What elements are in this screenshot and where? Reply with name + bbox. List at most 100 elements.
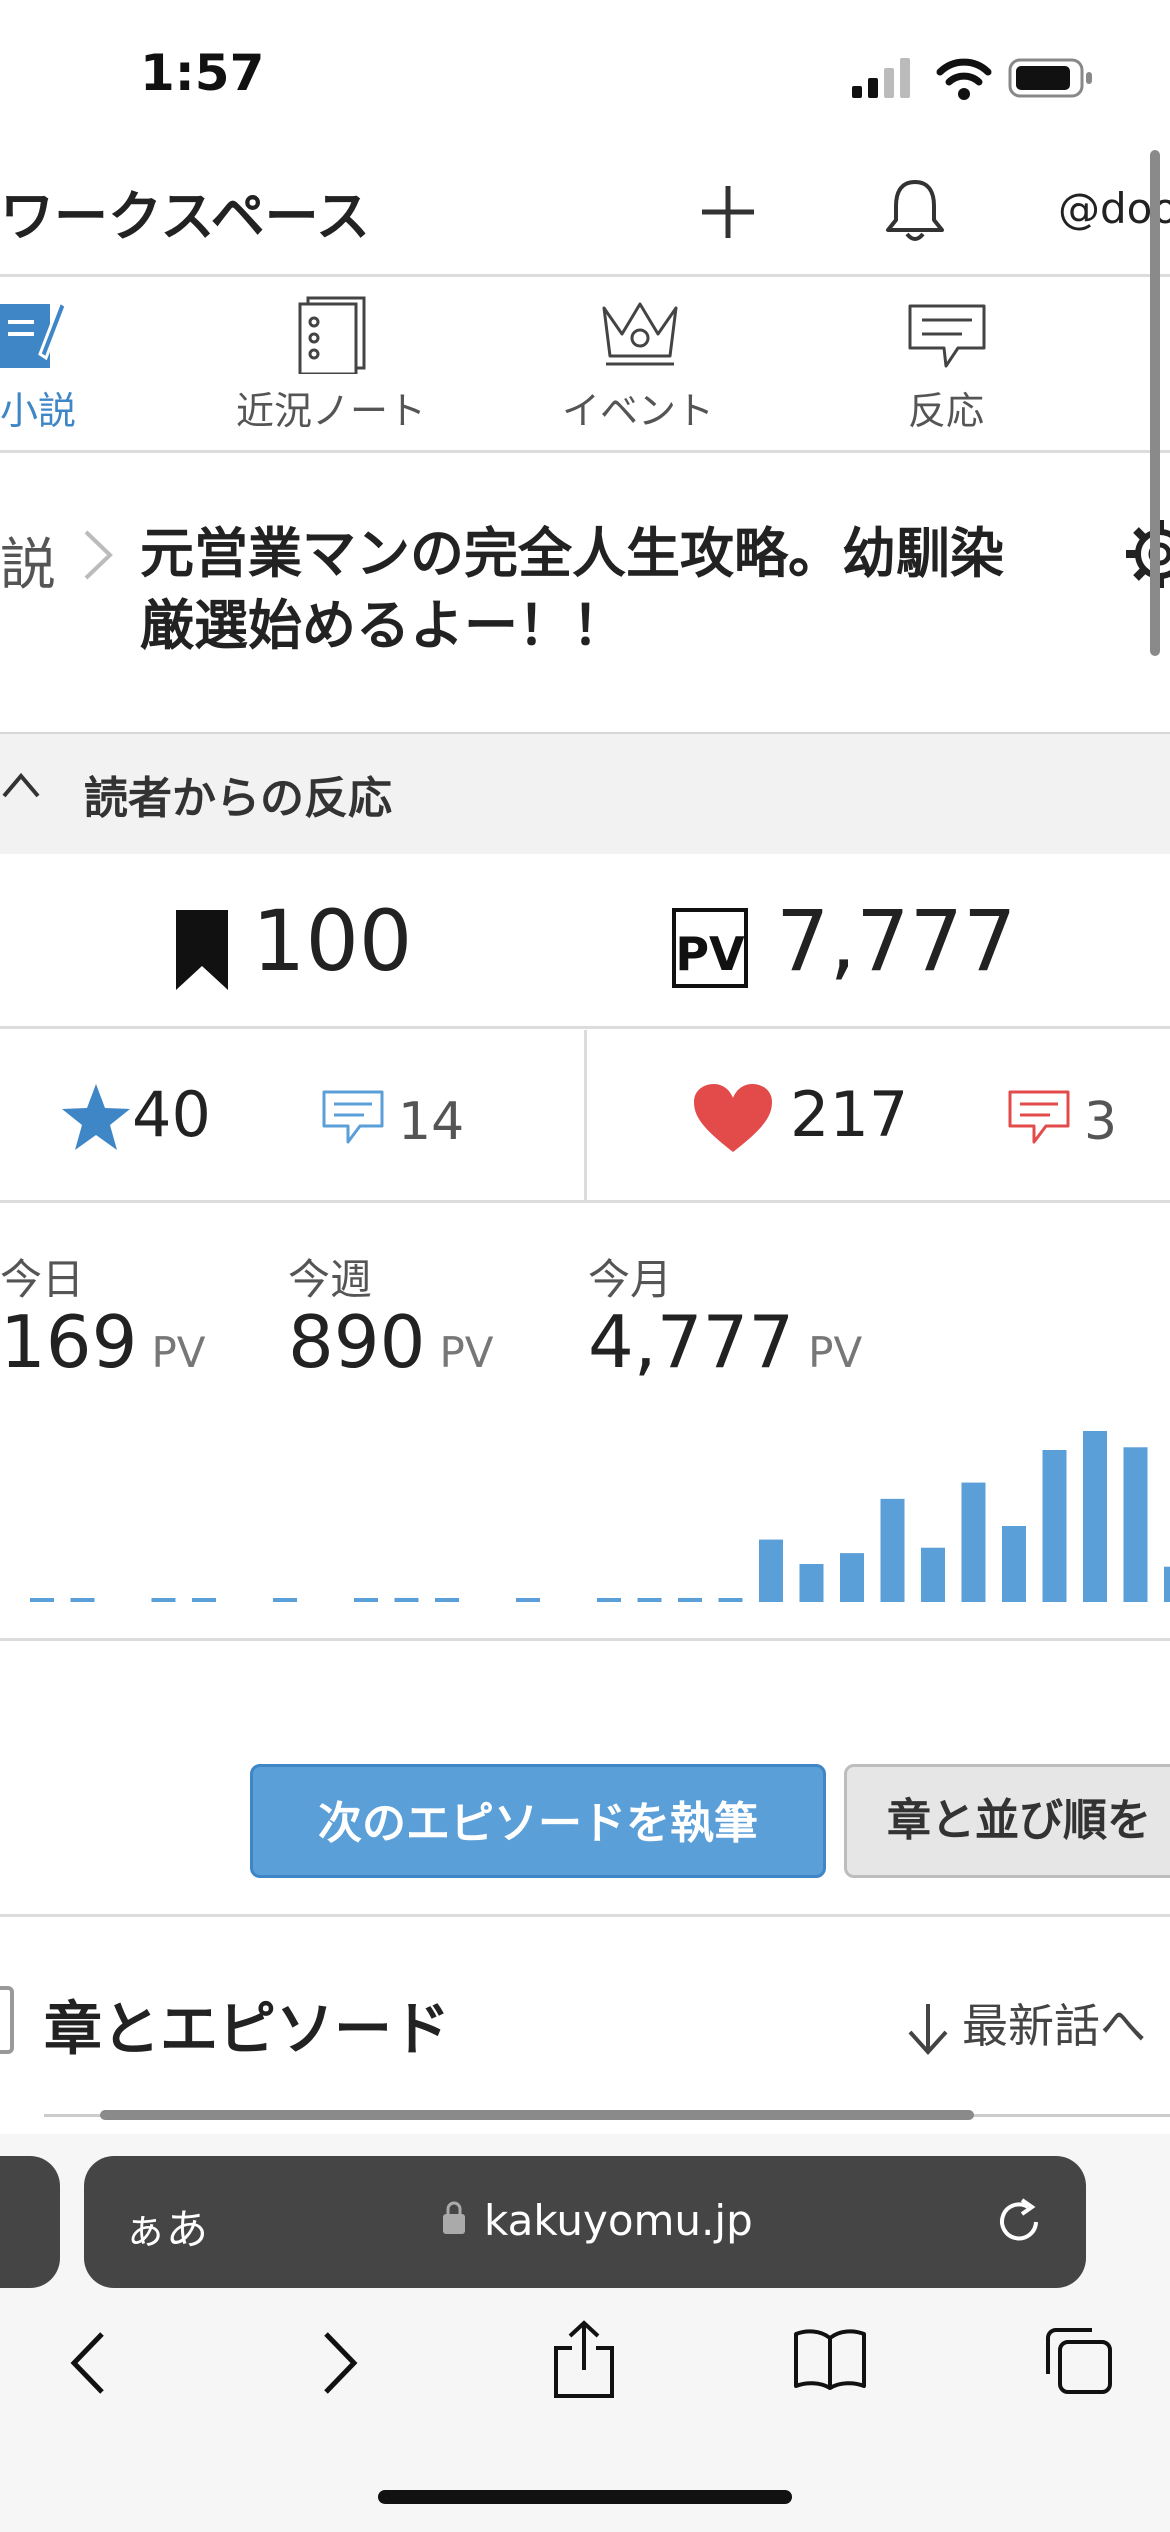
tab-reactions[interactable] [908,304,986,374]
pv-bar [799,1564,824,1602]
add-icon[interactable] [698,182,758,242]
pv-today-value: 169 [0,1300,138,1384]
checkbox[interactable] [0,1986,14,2054]
divider [0,1200,1170,1203]
url-host[interactable]: kakuyomu.jp [484,2196,753,2245]
tab-novels[interactable] [0,296,68,376]
pv-bar [759,1539,783,1602]
pv-bar [273,1598,297,1602]
back-icon[interactable] [68,2330,108,2396]
heart-comment-count: 3 [1084,1092,1118,1152]
chevron-right-icon [84,530,113,580]
chevron-up-icon[interactable] [0,770,42,800]
pv-bar [435,1598,459,1602]
star-count: 40 [132,1078,211,1151]
reader-settings-button[interactable]: ぁあ [124,2196,208,2257]
pv-unit: PV [439,1328,494,1377]
page-title: ワークスペース [0,185,370,248]
home-indicator [378,2490,792,2504]
status-time: 1:57 [140,44,265,102]
pv-bar [70,1598,95,1602]
reload-icon[interactable] [994,2196,1044,2248]
pv-bar [597,1598,621,1602]
write-next-episode-button[interactable]: 次のエピソードを執筆 [250,1764,826,1878]
tab-label-reactions[interactable]: 反応 [908,380,984,435]
battery-icon [1008,58,1092,98]
divider [0,450,1170,453]
pv-bar [921,1547,945,1602]
pv-icon: PV [672,908,748,988]
pv-today: 169 PV [0,1300,206,1384]
pv-bar [516,1598,540,1602]
novel-title[interactable]: 元営業マンの完全人生攻略。幼馴染厳選始めるよー！！ [140,518,1040,662]
pv-bar [880,1498,905,1602]
pv-bar [840,1553,864,1602]
pv-month: 4,777 PV [588,1300,862,1384]
heart-icon [694,1084,772,1152]
notebook-icon [298,296,366,376]
divider [0,1638,1170,1641]
pen-paper-icon [0,299,68,368]
pv-bar [1123,1447,1148,1602]
divider [584,1030,587,1202]
pv-bar [961,1482,986,1602]
gear-icon[interactable] [1122,516,1170,592]
wifi-icon [936,58,992,100]
heart-count: 217 [790,1078,909,1151]
pv-bar [718,1598,743,1602]
pv-bar [678,1597,702,1602]
arrow-down-icon [908,2004,948,2055]
tab-label-events[interactable]: イベント [562,380,714,435]
pv-bar [1164,1566,1170,1602]
bookmarks-icon[interactable] [792,2326,868,2392]
reorder-chapters-button[interactable]: 章と並び順を [844,1764,1170,1878]
breadcrumb-parent[interactable]: 説 [0,520,56,601]
comment-icon [1008,1090,1070,1144]
reactions-label: 読者からの反応 [84,773,392,824]
cellular-signal-icon [852,58,910,98]
svg-text:PV: PV [675,927,745,981]
pv-month-label: 今月 [588,1255,673,1304]
tab-notes[interactable] [298,296,368,378]
pv-week-label: 今週 [288,1255,373,1304]
forward-icon[interactable] [320,2330,360,2396]
pv-bar [1083,1431,1107,1602]
lock-icon [443,2201,465,2234]
bell-icon[interactable] [884,176,946,244]
tab-events[interactable] [600,300,680,374]
pv-month-value: 4,777 [588,1300,795,1384]
divider [0,1026,1170,1029]
episodes-title: 章とエピソード [44,1995,451,2063]
pv-bar [394,1597,419,1602]
star-comment-count: 14 [398,1092,465,1152]
crown-icon [602,302,678,366]
pv-bar [354,1598,378,1602]
pv-week-value: 890 [288,1300,426,1384]
pv-bar [192,1598,216,1602]
horizontal-scrollbar[interactable] [100,2110,974,2120]
speech-bubble-icon [908,304,986,368]
tabs-icon[interactable] [1042,2324,1114,2396]
pv-bar [1002,1526,1026,1602]
comment-icon [322,1090,384,1144]
pv-chart [30,1431,1170,1602]
pv-bar [151,1598,176,1602]
pv-today-label: 今日 [0,1255,85,1304]
pv-total: 7,777 [776,892,1017,990]
tab-label-notes[interactable]: 近況ノート [236,380,426,435]
divider [0,1914,1170,1917]
pv-unit: PV [808,1328,863,1377]
share-icon[interactable] [552,2320,616,2400]
pv-week: 890 PV [288,1300,494,1384]
bookmark-icon [176,910,228,990]
pv-bar [1042,1450,1067,1602]
pv-bar [637,1598,662,1602]
pv-bar [30,1598,54,1602]
jump-latest-link[interactable]: 最新話へ [962,1990,1146,2056]
scrollbar[interactable] [1150,150,1160,656]
tab-label-novels[interactable]: 小説 [0,380,76,435]
star-icon [62,1084,130,1150]
previous-tab-peek[interactable] [0,2156,60,2288]
pv-unit: PV [151,1328,206,1377]
divider [0,274,1170,277]
